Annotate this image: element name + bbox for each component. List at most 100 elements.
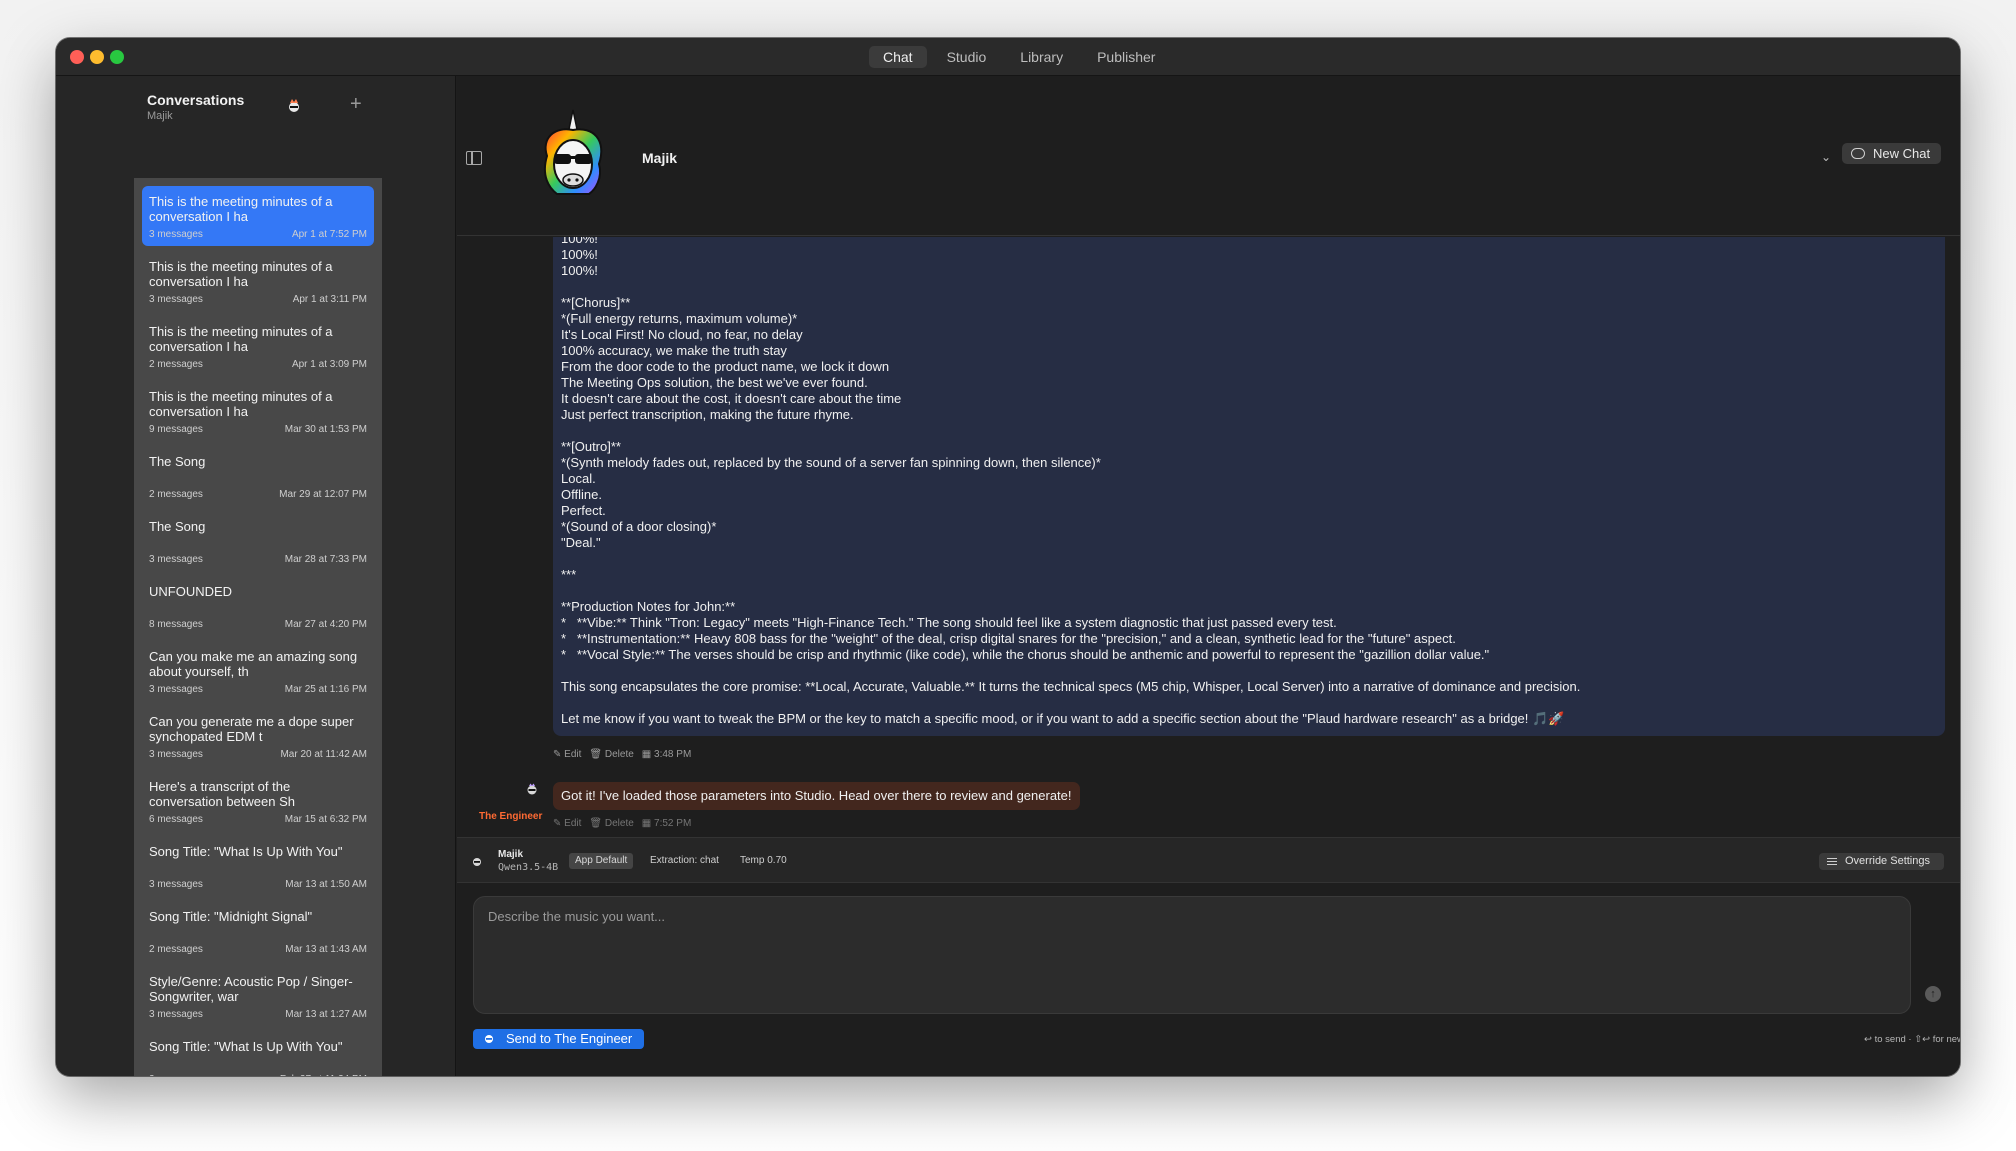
- add-conversation-icon[interactable]: +: [350, 94, 362, 114]
- message-input[interactable]: [474, 897, 1910, 1013]
- tab-chat[interactable]: Chat: [869, 46, 927, 68]
- tab-studio[interactable]: Studio: [933, 46, 1001, 68]
- conversation-message-count: 6 messages: [149, 814, 203, 825]
- send-to-engineer-button[interactable]: Send to The Engineer: [473, 1029, 644, 1049]
- conversation-item[interactable]: This is the meeting minutes of a convers…: [142, 316, 374, 376]
- conversation-item[interactable]: The Song 2 messages Mar 29 at 12:07 PM: [142, 446, 374, 506]
- assistant-message-text: 100%! 100%! 100%! **[Chorus]** *(Full en…: [561, 237, 1581, 726]
- zoom-window-button[interactable]: [110, 50, 124, 64]
- engineer-label: The Engineer: [479, 811, 543, 822]
- delete-action[interactable]: 🗑 Delete: [589, 749, 633, 760]
- engineer-message-actions: ✎ Edit 🗑 Delete ▦ 7:52 PM: [553, 818, 691, 829]
- conversation-date: Apr 1 at 3:11 PM: [292, 294, 367, 305]
- send-arrow-icon[interactable]: ↑: [1925, 986, 1941, 1002]
- conversation-date: Apr 1 at 3:09 PM: [291, 359, 367, 370]
- engineer-avatar-icon: [485, 1035, 493, 1043]
- chevron-down-icon[interactable]: ⌄: [1821, 150, 1831, 164]
- conversation-title: Can you make me an amazing song about yo…: [149, 649, 358, 679]
- conversation-item[interactable]: This is the meeting minutes of a convers…: [142, 381, 374, 441]
- title-bar: Chat Studio Library Publisher: [56, 38, 1960, 76]
- status-model-name: Qwen3.5-4B: [498, 862, 559, 873]
- conversation-date: Mar 20 at 11:42 AM: [280, 749, 367, 760]
- send-button-label: Send to The Engineer: [506, 1031, 633, 1046]
- edit-action[interactable]: ✎ Edit: [553, 818, 581, 829]
- keyboard-hint: ↩ to send · ⇧↩ for new line: [1864, 1034, 1960, 1045]
- conversation-date: Mar 30 at 1:53 PM: [284, 424, 367, 435]
- conversation-title: Song Title: "Midnight Signal": [149, 909, 313, 924]
- conversation-item[interactable]: This is the meeting minutes of a convers…: [142, 186, 374, 246]
- conversation-message-count: 2 messages: [149, 1074, 203, 1076]
- conversation-date: Mar 25 at 1:16 PM: [284, 684, 367, 695]
- conversation-message-count: 3 messages: [149, 554, 203, 565]
- app-window: Chat Studio Library Publisher Conversati…: [56, 38, 1960, 1076]
- extraction-mode: Extraction: chat: [650, 855, 719, 866]
- conversation-item[interactable]: This is the meeting minutes of a convers…: [142, 251, 374, 311]
- conversation-date: Mar 27 at 4:20 PM: [284, 619, 367, 630]
- conversation-list[interactable]: This is the meeting minutes of a convers…: [134, 178, 382, 1076]
- conversation-item[interactable]: Song Title: "What Is Up With You" 3 messa…: [142, 836, 374, 896]
- conversation-date: Mar 29 at 12:07 PM: [279, 489, 367, 500]
- conversation-message-count: 8 messages: [149, 619, 203, 630]
- conversation-date: Mar 28 at 7:33 PM: [284, 554, 367, 565]
- override-settings-button[interactable]: Override Settings: [1819, 853, 1944, 870]
- app-default-badge[interactable]: App Default: [569, 853, 634, 869]
- conversation-message-count: 3 messages: [149, 684, 203, 695]
- conversations-sidebar: Conversations Majik + This is the meetin…: [56, 76, 456, 1076]
- conversation-title: This is the meeting minutes of a convers…: [149, 389, 333, 419]
- agent-avatar-icon[interactable]: [286, 98, 302, 114]
- sidebar-toggle-icon[interactable]: [466, 151, 482, 165]
- conversation-item[interactable]: UNFOUNDED 8 messages Mar 27 at 4:20 PM: [142, 576, 374, 636]
- close-window-button[interactable]: [70, 50, 84, 64]
- conversation-item[interactable]: Song Title: "Midnight Signal" 2 messages M…: [142, 901, 374, 961]
- tab-publisher[interactable]: Publisher: [1083, 46, 1169, 68]
- tab-library[interactable]: Library: [1006, 46, 1077, 68]
- chat-main: Majik ⌄ New Chat 100%! 100%! 100%! **[Ch…: [457, 76, 1960, 1076]
- conversation-item[interactable]: Song Title: "What Is Up With You" 2 messa…: [142, 1031, 374, 1076]
- engineer-avatar-icon: [527, 783, 537, 795]
- conversation-message-count: 3 messages: [149, 229, 203, 240]
- conversation-message-count: 3 messages: [149, 1009, 203, 1020]
- message-thread[interactable]: 100%! 100%! 100%! **[Chorus]** *(Full en…: [457, 237, 1960, 837]
- conversation-message-count: 2 messages: [149, 359, 203, 370]
- engineer-message[interactable]: Got it! I've loaded those parameters int…: [553, 782, 1080, 810]
- sidebar-subtitle: Majik: [147, 110, 173, 122]
- message-composer: [473, 896, 1911, 1014]
- conversation-item[interactable]: Style/Genre: Acoustic Pop / Singer-Songw…: [142, 966, 374, 1026]
- conversation-title: This is the meeting minutes of a convers…: [149, 259, 333, 289]
- message-timestamp: ▦ 7:52 PM: [641, 818, 692, 829]
- conversation-title: Style/Genre: Acoustic Pop / Singer-Songw…: [149, 974, 353, 1004]
- conversation-item[interactable]: The Song 3 messages Mar 28 at 7:33 PM: [142, 511, 374, 571]
- message-actions: ✎ Edit 🗑 Delete ▦ 3:48 PM: [553, 749, 691, 760]
- conversation-date: Feb 27 at 11:34 PM: [280, 1074, 367, 1076]
- conversation-message-count: 3 messages: [149, 749, 203, 760]
- new-chat-button[interactable]: New Chat: [1842, 143, 1941, 164]
- conversation-date: Apr 1 at 7:52 PM: [291, 229, 367, 240]
- conversation-message-count: 3 messages: [149, 879, 203, 890]
- conversation-title: UNFOUNDED: [149, 584, 233, 599]
- override-settings-label: Override Settings: [1845, 855, 1930, 867]
- chat-bubble-icon: [1851, 148, 1865, 159]
- conversation-date: Mar 13 at 1:43 AM: [285, 944, 367, 955]
- top-tabs: Chat Studio Library Publisher: [869, 46, 1169, 68]
- minimize-window-button[interactable]: [90, 50, 104, 64]
- conversation-title: Song Title: "What Is Up With You": [149, 1039, 343, 1054]
- edit-action[interactable]: ✎ Edit: [553, 749, 581, 760]
- conversation-title: This is the meeting minutes of a convers…: [149, 194, 333, 224]
- conversation-title: The Song: [149, 454, 206, 469]
- conversation-item[interactable]: Can you make me an amazing song about yo…: [142, 641, 374, 701]
- settings-lines-icon: [1827, 858, 1837, 865]
- conversation-message-count: 3 messages: [149, 294, 203, 305]
- assistant-message[interactable]: 100%! 100%! 100%! **[Chorus]** *(Full en…: [553, 237, 1945, 736]
- delete-action[interactable]: 🗑 Delete: [589, 818, 633, 829]
- chat-header: Majik ⌄ New Chat: [457, 76, 1960, 236]
- agent-name: Majik: [642, 150, 678, 166]
- conversation-date: Mar 15 at 6:32 PM: [284, 814, 367, 825]
- conversation-message-count: 2 messages: [149, 489, 203, 500]
- sidebar-title: Conversations: [147, 92, 245, 108]
- agent-avatar-icon: [473, 858, 481, 866]
- conversation-title: The Song: [149, 519, 206, 534]
- conversation-item[interactable]: Here's a transcript of the conversation …: [142, 771, 374, 831]
- conversation-date: Mar 13 at 1:27 AM: [285, 1009, 367, 1020]
- message-timestamp: ▦ 3:48 PM: [641, 749, 692, 760]
- conversation-item[interactable]: Can you generate me a dope super synchop…: [142, 706, 374, 766]
